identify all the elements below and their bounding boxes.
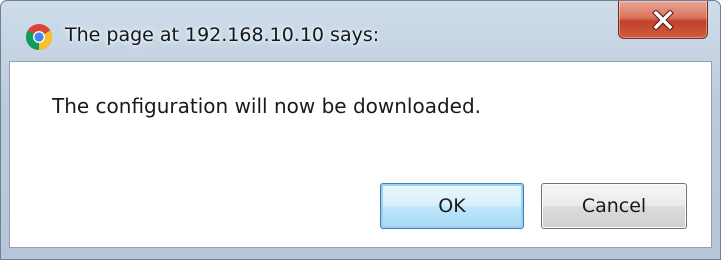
dialog-title: The page at 192.168.10.10 says: <box>65 24 380 46</box>
close-button[interactable] <box>618 1 708 39</box>
chrome-icon <box>25 23 53 51</box>
alert-dialog: The page at 192.168.10.10 says: The conf… <box>0 0 721 260</box>
close-icon <box>650 9 676 30</box>
ok-button[interactable]: OK <box>380 183 524 229</box>
cancel-button[interactable]: Cancel <box>541 183 687 229</box>
dialog-message: The configuration will now be downloaded… <box>52 94 482 118</box>
dialog-body: The configuration will now be downloaded… <box>9 61 712 248</box>
title-bar: The page at 192.168.10.10 says: <box>1 1 720 61</box>
